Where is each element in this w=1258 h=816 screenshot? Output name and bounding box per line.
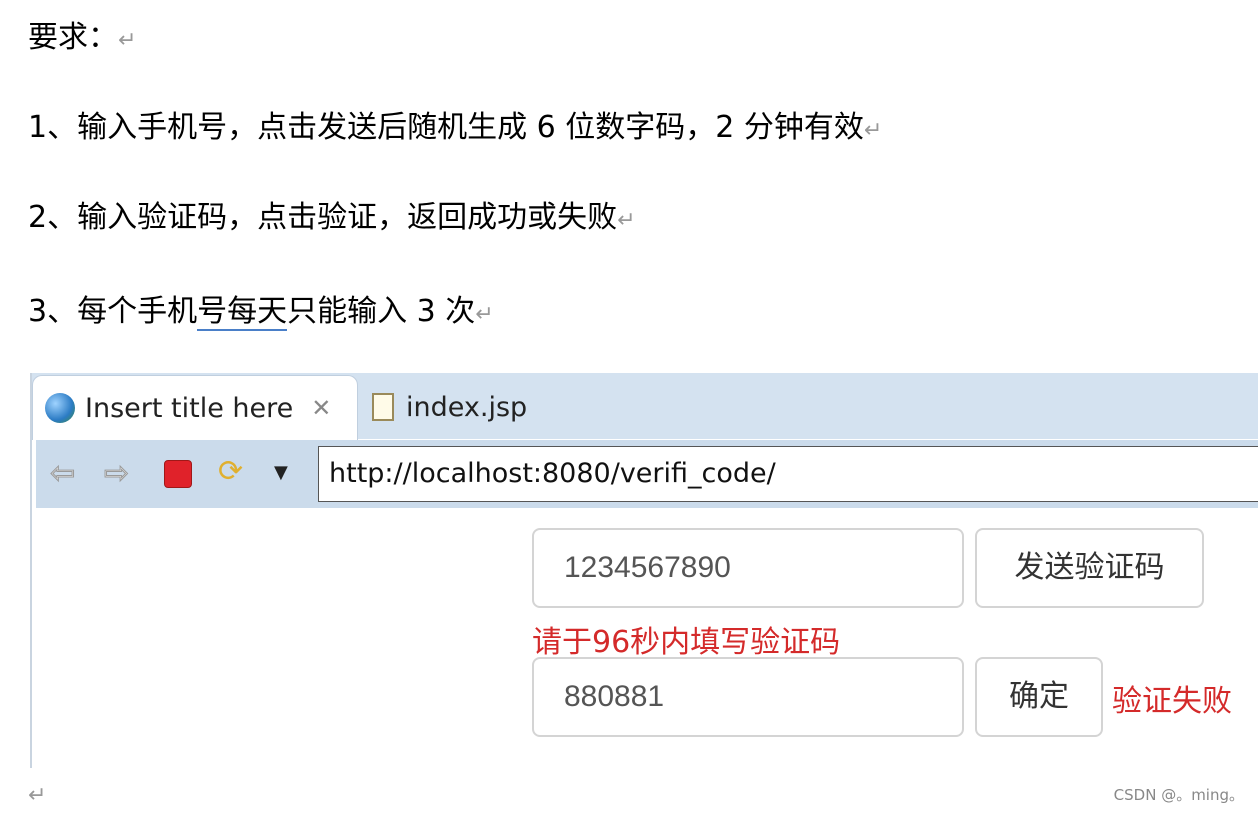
confirm-button[interactable]: 确定: [975, 657, 1103, 737]
requirement-2: 2、输入验证码，点击验证，返回成功或失败↵: [28, 200, 636, 235]
send-code-button[interactable]: 发送验证码: [975, 528, 1204, 608]
chevron-down-icon[interactable]: ▼: [274, 462, 288, 483]
globe-icon: [45, 393, 75, 423]
countdown-message: 请于96秒内填写验证码: [532, 625, 841, 660]
stop-icon[interactable]: [164, 460, 192, 488]
tab-index-jsp[interactable]: index.jsp: [372, 375, 527, 439]
phone-input[interactable]: 1234567890: [532, 528, 964, 608]
url-input[interactable]: http://localhost:8080/verifi_code/: [318, 446, 1258, 502]
close-icon[interactable]: ✕: [311, 394, 331, 422]
verify-result: 验证失败: [1112, 684, 1232, 719]
file-icon: [372, 393, 394, 421]
tab-label: Insert title here: [85, 392, 294, 424]
tab-label: index.jsp: [406, 391, 528, 423]
heading: 要求：↵: [28, 20, 137, 55]
forward-icon[interactable]: ⇨: [103, 456, 129, 492]
watermark: CSDN @。ming。: [1113, 786, 1244, 804]
requirement-1: 1、输入手机号，点击发送后随机生成 6 位数字码，2 分钟有效↵: [28, 110, 883, 145]
requirement-3: 3、每个手机号每天只能输入 3 次↵: [28, 294, 494, 331]
browser-toolbar: ⇦ ⇨ ⟳ ▼ http://localhost:8080/verifi_cod…: [36, 440, 1258, 508]
paragraph-mark: ↵: [28, 783, 47, 808]
tab-insert-title[interactable]: Insert title here ✕: [32, 375, 358, 440]
tab-bar: Insert title here ✕ index.jsp: [32, 373, 1258, 440]
refresh-icon[interactable]: ⟳: [218, 454, 243, 489]
back-icon[interactable]: ⇦: [49, 456, 75, 492]
code-input[interactable]: 880881: [532, 657, 964, 737]
